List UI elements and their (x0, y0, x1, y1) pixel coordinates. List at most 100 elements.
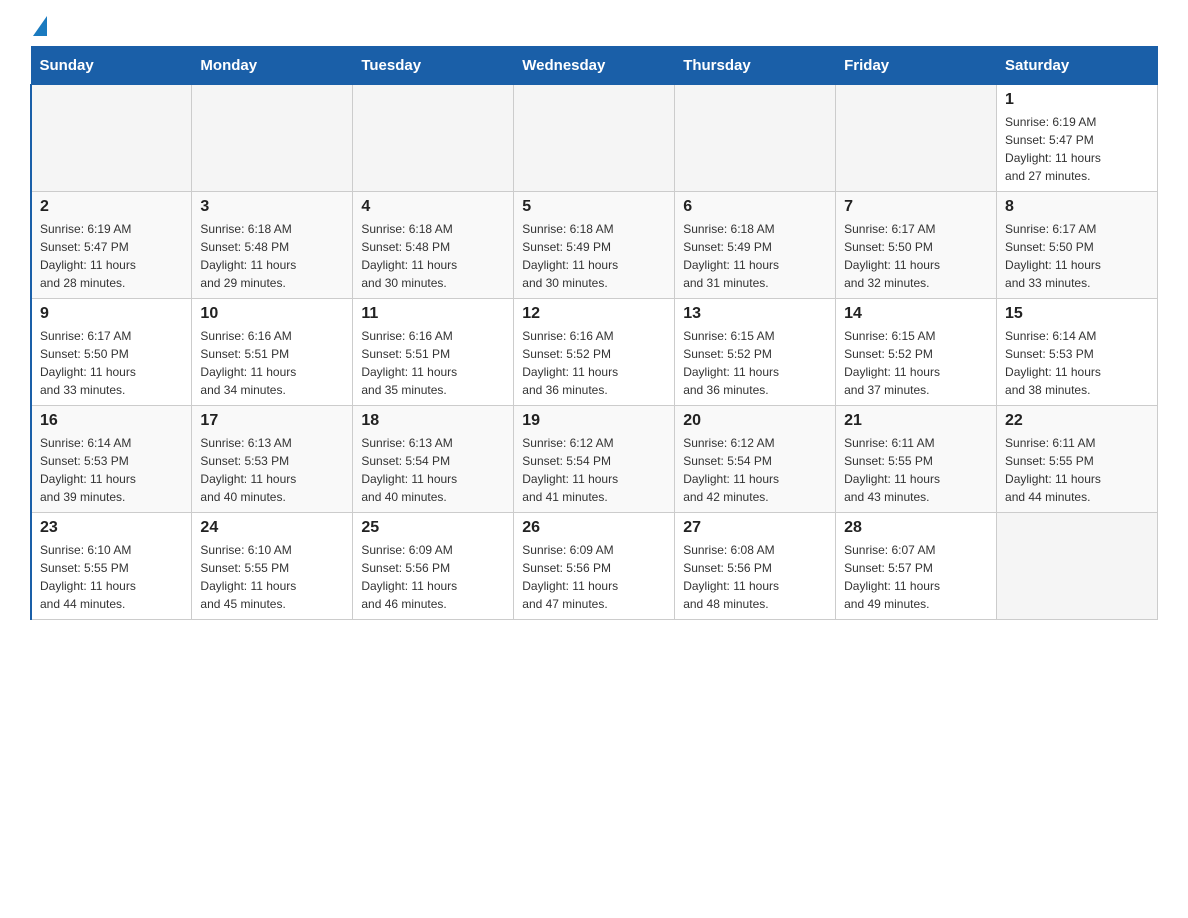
calendar-cell: 22 Sunrise: 6:11 AM Sunset: 5:55 PM Dayli… (997, 406, 1158, 513)
calendar-cell: 17 Sunrise: 6:13 AM Sunset: 5:53 PM Dayli… (192, 406, 353, 513)
calendar-cell: 2 Sunrise: 6:19 AM Sunset: 5:47 PM Daylig… (31, 192, 192, 299)
day-number: 16 (40, 412, 183, 430)
day-number: 14 (844, 305, 988, 323)
calendar-week-5: 23 Sunrise: 6:10 AM Sunset: 5:55 PM Dayli… (31, 513, 1158, 620)
calendar-cell: 15 Sunrise: 6:14 AM Sunset: 5:53 PM Dayli… (997, 299, 1158, 406)
calendar-cell (997, 513, 1158, 620)
calendar-week-1: 1 Sunrise: 6:19 AM Sunset: 5:47 PM Daylig… (31, 85, 1158, 192)
day-info: Sunrise: 6:16 AM Sunset: 5:51 PM Dayligh… (361, 327, 505, 399)
day-info: Sunrise: 6:09 AM Sunset: 5:56 PM Dayligh… (522, 541, 666, 613)
day-number: 19 (522, 412, 666, 430)
day-number: 26 (522, 519, 666, 537)
day-number: 3 (200, 198, 344, 216)
calendar-header-row: SundayMondayTuesdayWednesdayThursdayFrid… (31, 47, 1158, 85)
weekday-header-wednesday: Wednesday (514, 47, 675, 85)
day-info: Sunrise: 6:16 AM Sunset: 5:52 PM Dayligh… (522, 327, 666, 399)
page-header (30, 20, 1158, 36)
day-number: 24 (200, 519, 344, 537)
calendar-cell: 8 Sunrise: 6:17 AM Sunset: 5:50 PM Daylig… (997, 192, 1158, 299)
calendar-cell: 26 Sunrise: 6:09 AM Sunset: 5:56 PM Dayli… (514, 513, 675, 620)
day-info: Sunrise: 6:12 AM Sunset: 5:54 PM Dayligh… (522, 434, 666, 506)
calendar-cell: 20Sunrise: 6:12 AM Sunset: 5:54 PM Dayli… (675, 406, 836, 513)
day-info: Sunrise: 6:19 AM Sunset: 5:47 PM Dayligh… (40, 220, 183, 292)
day-info: Sunrise: 6:15 AM Sunset: 5:52 PM Dayligh… (844, 327, 988, 399)
day-number: 1 (1005, 91, 1149, 109)
day-info: Sunrise: 6:07 AM Sunset: 5:57 PM Dayligh… (844, 541, 988, 613)
day-info: Sunrise: 6:13 AM Sunset: 5:53 PM Dayligh… (200, 434, 344, 506)
calendar-cell: 19 Sunrise: 6:12 AM Sunset: 5:54 PM Dayli… (514, 406, 675, 513)
day-number: 23 (40, 519, 183, 537)
day-number: 15 (1005, 305, 1149, 323)
calendar-cell: 1 Sunrise: 6:19 AM Sunset: 5:47 PM Daylig… (997, 85, 1158, 192)
day-number: 4 (361, 198, 505, 216)
day-info: Sunrise: 6:18 AM Sunset: 5:49 PM Dayligh… (522, 220, 666, 292)
calendar-cell: 28 Sunrise: 6:07 AM Sunset: 5:57 PM Dayli… (836, 513, 997, 620)
calendar-cell: 10 Sunrise: 6:16 AM Sunset: 5:51 PM Dayli… (192, 299, 353, 406)
calendar-cell (353, 85, 514, 192)
calendar-cell: 11 Sunrise: 6:16 AM Sunset: 5:51 PM Dayli… (353, 299, 514, 406)
weekday-header-thursday: Thursday (675, 47, 836, 85)
day-number: 13 (683, 305, 827, 323)
day-number: 11 (361, 305, 505, 323)
day-number: 9 (40, 305, 183, 323)
day-info: Sunrise: 6:13 AM Sunset: 5:54 PM Dayligh… (361, 434, 505, 506)
calendar-cell: 13 Sunrise: 6:15 AM Sunset: 5:52 PM Dayli… (675, 299, 836, 406)
day-info: Sunrise: 6:18 AM Sunset: 5:48 PM Dayligh… (361, 220, 505, 292)
calendar-cell (31, 85, 192, 192)
calendar-cell (836, 85, 997, 192)
day-number: 5 (522, 198, 666, 216)
weekday-header-tuesday: Tuesday (353, 47, 514, 85)
calendar-cell (514, 85, 675, 192)
calendar-cell: 23 Sunrise: 6:10 AM Sunset: 5:55 PM Dayli… (31, 513, 192, 620)
day-number: 18 (361, 412, 505, 430)
logo (30, 20, 47, 36)
day-number: 17 (200, 412, 344, 430)
calendar-cell: 27 Sunrise: 6:08 AM Sunset: 5:56 PM Dayli… (675, 513, 836, 620)
day-info: Sunrise: 6:09 AM Sunset: 5:56 PM Dayligh… (361, 541, 505, 613)
weekday-header-saturday: Saturday (997, 47, 1158, 85)
logo-triangle-icon (33, 16, 47, 36)
day-number: 25 (361, 519, 505, 537)
weekday-header-monday: Monday (192, 47, 353, 85)
day-info: Sunrise: 6:10 AM Sunset: 5:55 PM Dayligh… (40, 541, 183, 613)
calendar-cell: 4 Sunrise: 6:18 AM Sunset: 5:48 PM Daylig… (353, 192, 514, 299)
calendar-cell: 21 Sunrise: 6:11 AM Sunset: 5:55 PM Dayli… (836, 406, 997, 513)
calendar-cell: 7 Sunrise: 6:17 AM Sunset: 5:50 PM Daylig… (836, 192, 997, 299)
day-number: 7 (844, 198, 988, 216)
day-info: Sunrise: 6:11 AM Sunset: 5:55 PM Dayligh… (844, 434, 988, 506)
day-info: Sunrise: 6:18 AM Sunset: 5:49 PM Dayligh… (683, 220, 827, 292)
day-info: Sunrise: 6:14 AM Sunset: 5:53 PM Dayligh… (1005, 327, 1149, 399)
calendar-cell: 6 Sunrise: 6:18 AM Sunset: 5:49 PM Daylig… (675, 192, 836, 299)
day-number: 28 (844, 519, 988, 537)
day-number: 6 (683, 198, 827, 216)
weekday-header-friday: Friday (836, 47, 997, 85)
day-info: Sunrise: 6:14 AM Sunset: 5:53 PM Dayligh… (40, 434, 183, 506)
day-info: Sunrise: 6:15 AM Sunset: 5:52 PM Dayligh… (683, 327, 827, 399)
calendar-cell: 16 Sunrise: 6:14 AM Sunset: 5:53 PM Dayli… (31, 406, 192, 513)
day-info: Sunrise: 6:08 AM Sunset: 5:56 PM Dayligh… (683, 541, 827, 613)
calendar-cell: 12Sunrise: 6:16 AM Sunset: 5:52 PM Dayli… (514, 299, 675, 406)
day-number: 8 (1005, 198, 1149, 216)
day-number: 22 (1005, 412, 1149, 430)
day-info: Sunrise: 6:17 AM Sunset: 5:50 PM Dayligh… (1005, 220, 1149, 292)
day-number: 20 (683, 412, 827, 430)
calendar-cell (675, 85, 836, 192)
day-number: 27 (683, 519, 827, 537)
calendar-cell: 24 Sunrise: 6:10 AM Sunset: 5:55 PM Dayli… (192, 513, 353, 620)
calendar-cell: 3Sunrise: 6:18 AM Sunset: 5:48 PM Daylig… (192, 192, 353, 299)
calendar-table: SundayMondayTuesdayWednesdayThursdayFrid… (30, 46, 1158, 620)
day-info: Sunrise: 6:17 AM Sunset: 5:50 PM Dayligh… (844, 220, 988, 292)
day-number: 10 (200, 305, 344, 323)
calendar-cell: 25 Sunrise: 6:09 AM Sunset: 5:56 PM Dayli… (353, 513, 514, 620)
day-info: Sunrise: 6:19 AM Sunset: 5:47 PM Dayligh… (1005, 113, 1149, 185)
day-number: 21 (844, 412, 988, 430)
day-info: Sunrise: 6:11 AM Sunset: 5:55 PM Dayligh… (1005, 434, 1149, 506)
day-info: Sunrise: 6:17 AM Sunset: 5:50 PM Dayligh… (40, 327, 183, 399)
day-number: 2 (40, 198, 183, 216)
calendar-week-4: 16 Sunrise: 6:14 AM Sunset: 5:53 PM Dayli… (31, 406, 1158, 513)
calendar-cell: 18 Sunrise: 6:13 AM Sunset: 5:54 PM Dayli… (353, 406, 514, 513)
calendar-cell: 5 Sunrise: 6:18 AM Sunset: 5:49 PM Daylig… (514, 192, 675, 299)
weekday-header-sunday: Sunday (31, 47, 192, 85)
day-info: Sunrise: 6:16 AM Sunset: 5:51 PM Dayligh… (200, 327, 344, 399)
day-info: Sunrise: 6:10 AM Sunset: 5:55 PM Dayligh… (200, 541, 344, 613)
